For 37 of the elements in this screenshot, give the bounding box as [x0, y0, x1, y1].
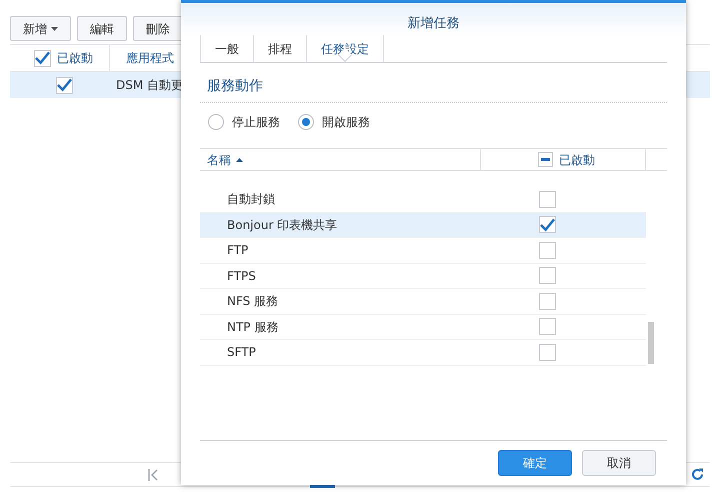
service-name: Bonjour 印表機共享	[226, 216, 338, 234]
column-header: 已啟動	[57, 50, 93, 67]
table-cell-text: DSM 自動更	[115, 77, 184, 94]
first-page-icon[interactable]	[148, 468, 158, 480]
toolbar-button[interactable]: 刪除	[133, 16, 183, 41]
tab[interactable]: 一般	[200, 35, 253, 62]
service-name: FTPS	[226, 268, 257, 285]
tab[interactable]: 排程	[253, 35, 306, 62]
radio-option[interactable]: 停止服務	[208, 113, 280, 131]
header-checkbox[interactable]	[538, 152, 553, 167]
refresh-icon[interactable]	[691, 468, 704, 481]
service-name: NTP 服務	[226, 318, 280, 336]
row-checkbox[interactable]	[539, 216, 556, 234]
row-checkbox[interactable]	[539, 318, 556, 336]
row-checkbox[interactable]	[539, 292, 556, 310]
section-heading: 服務動作	[206, 78, 263, 94]
dialog-button[interactable]: 取消	[582, 450, 656, 476]
dialog-title: 新增任務	[408, 14, 460, 32]
row-checkbox[interactable]	[56, 76, 72, 94]
toolbar-button[interactable]: 編輯	[77, 16, 127, 41]
service-name: NFS 服務	[226, 293, 280, 310]
header-checkbox[interactable]	[34, 50, 51, 66]
row-checkbox[interactable]	[539, 190, 556, 208]
column-header[interactable]: 已啟動	[559, 150, 595, 168]
radio-option[interactable]: 開啟服務	[298, 113, 370, 131]
row-checkbox[interactable]	[539, 344, 556, 361]
column-header[interactable]: 名稱	[207, 150, 231, 168]
row-checkbox[interactable]	[539, 267, 556, 284]
column-header: 應用程式	[125, 50, 174, 67]
service-name: FTP	[226, 242, 250, 260]
service-name: SFTP	[226, 344, 257, 362]
toolbar-button[interactable]: 新增	[10, 16, 71, 41]
row-checkbox[interactable]	[539, 242, 556, 259]
scrollbar-thumb[interactable]	[648, 322, 654, 364]
service-name: 自動封鎖	[226, 191, 276, 208]
radio-button[interactable]	[208, 114, 224, 130]
radio-button[interactable]	[298, 114, 314, 130]
